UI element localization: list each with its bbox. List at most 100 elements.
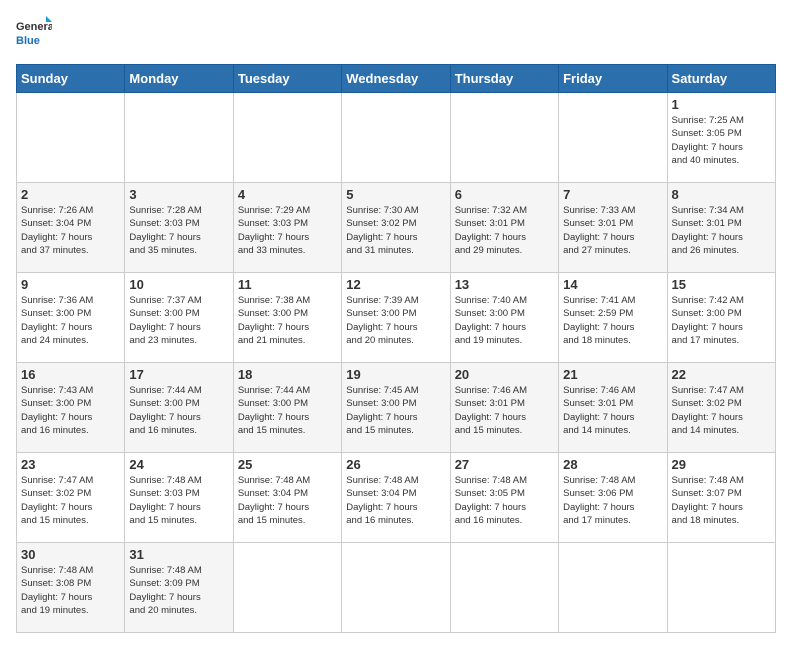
day-cell xyxy=(342,93,450,183)
day-info: Sunrise: 7:48 AM Sunset: 3:07 PM Dayligh… xyxy=(672,474,771,527)
day-cell: 6 Sunrise: 7:32 AM Sunset: 3:01 PM Daylig… xyxy=(450,183,558,273)
day-number: 30 xyxy=(21,547,120,562)
day-info: Sunrise: 7:45 AM Sunset: 3:00 PM Dayligh… xyxy=(346,384,445,437)
day-number: 5 xyxy=(346,187,445,202)
day-number: 6 xyxy=(455,187,554,202)
day-info: Sunrise: 7:48 AM Sunset: 3:09 PM Dayligh… xyxy=(129,564,228,617)
logo: General Blue xyxy=(16,16,52,52)
day-info: Sunrise: 7:26 AM Sunset: 3:04 PM Dayligh… xyxy=(21,204,120,257)
day-cell: 9 Sunrise: 7:36 AM Sunset: 3:00 PM Daylig… xyxy=(17,273,125,363)
day-number: 8 xyxy=(672,187,771,202)
day-cell: 30 Sunrise: 7:48 AM Sunset: 3:08 PM Dayli… xyxy=(17,543,125,633)
day-cell: 19 Sunrise: 7:45 AM Sunset: 3:00 PM Dayli… xyxy=(342,363,450,453)
day-number: 19 xyxy=(346,367,445,382)
day-cell: 24 Sunrise: 7:48 AM Sunset: 3:03 PM Dayli… xyxy=(125,453,233,543)
day-cell: 26Sunrise: 7:48 AM Sunset: 3:04 PM Dayli… xyxy=(342,453,450,543)
day-info: Sunrise: 7:48 AM Sunset: 3:04 PM Dayligh… xyxy=(238,474,337,527)
day-cell xyxy=(233,543,341,633)
day-cell: 29Sunrise: 7:48 AM Sunset: 3:07 PM Dayli… xyxy=(667,453,775,543)
svg-text:Blue: Blue xyxy=(16,35,40,47)
day-info: Sunrise: 7:36 AM Sunset: 3:00 PM Dayligh… xyxy=(21,294,120,347)
day-cell: 1Sunrise: 7:25 AM Sunset: 3:05 PM Daylig… xyxy=(667,93,775,183)
day-cell: 5 Sunrise: 7:30 AM Sunset: 3:02 PM Daylig… xyxy=(342,183,450,273)
day-cell: 17Sunrise: 7:44 AM Sunset: 3:00 PM Dayli… xyxy=(125,363,233,453)
day-cell: 31 Sunrise: 7:48 AM Sunset: 3:09 PM Dayli… xyxy=(125,543,233,633)
day-number: 27 xyxy=(455,457,554,472)
day-cell xyxy=(17,93,125,183)
day-cell: 7 Sunrise: 7:33 AM Sunset: 3:01 PM Daylig… xyxy=(559,183,667,273)
day-cell xyxy=(450,543,558,633)
day-cell: 21Sunrise: 7:46 AM Sunset: 3:01 PM Dayli… xyxy=(559,363,667,453)
day-number: 21 xyxy=(563,367,662,382)
page-header: General Blue xyxy=(16,16,776,52)
day-number: 10 xyxy=(129,277,228,292)
day-cell xyxy=(667,543,775,633)
day-number: 22 xyxy=(672,367,771,382)
day-cell xyxy=(233,93,341,183)
day-number: 13 xyxy=(455,277,554,292)
day-cell: 22 Sunrise: 7:47 AM Sunset: 3:02 PM Dayli… xyxy=(667,363,775,453)
day-cell xyxy=(125,93,233,183)
day-header-tuesday: Tuesday xyxy=(233,65,341,93)
day-info: Sunrise: 7:48 AM Sunset: 3:05 PM Dayligh… xyxy=(455,474,554,527)
week-row-6: 30 Sunrise: 7:48 AM Sunset: 3:08 PM Dayli… xyxy=(17,543,776,633)
day-info: Sunrise: 7:47 AM Sunset: 3:02 PM Dayligh… xyxy=(672,384,771,437)
day-cell: 3 Sunrise: 7:28 AM Sunset: 3:03 PM Daylig… xyxy=(125,183,233,273)
week-row-3: 9 Sunrise: 7:36 AM Sunset: 3:00 PM Daylig… xyxy=(17,273,776,363)
day-info: Sunrise: 7:41 AM Sunset: 2:59 PM Dayligh… xyxy=(563,294,662,347)
day-header-friday: Friday xyxy=(559,65,667,93)
day-number: 15 xyxy=(672,277,771,292)
day-number: 16 xyxy=(21,367,120,382)
day-cell xyxy=(559,93,667,183)
day-number: 24 xyxy=(129,457,228,472)
day-cell xyxy=(342,543,450,633)
day-cell: 4Sunrise: 7:29 AM Sunset: 3:03 PM Daylig… xyxy=(233,183,341,273)
day-info: Sunrise: 7:48 AM Sunset: 3:06 PM Dayligh… xyxy=(563,474,662,527)
day-number: 3 xyxy=(129,187,228,202)
header-row: SundayMondayTuesdayWednesdayThursdayFrid… xyxy=(17,65,776,93)
day-cell: 11 Sunrise: 7:38 AM Sunset: 3:00 PM Dayli… xyxy=(233,273,341,363)
calendar-table: SundayMondayTuesdayWednesdayThursdayFrid… xyxy=(16,64,776,633)
day-number: 23 xyxy=(21,457,120,472)
day-number: 31 xyxy=(129,547,228,562)
day-info: Sunrise: 7:32 AM Sunset: 3:01 PM Dayligh… xyxy=(455,204,554,257)
day-cell: 2Sunrise: 7:26 AM Sunset: 3:04 PM Daylig… xyxy=(17,183,125,273)
week-row-4: 16 Sunrise: 7:43 AM Sunset: 3:00 PM Dayli… xyxy=(17,363,776,453)
day-cell: 16 Sunrise: 7:43 AM Sunset: 3:00 PM Dayli… xyxy=(17,363,125,453)
day-info: Sunrise: 7:33 AM Sunset: 3:01 PM Dayligh… xyxy=(563,204,662,257)
day-info: Sunrise: 7:46 AM Sunset: 3:01 PM Dayligh… xyxy=(455,384,554,437)
svg-text:General: General xyxy=(16,21,52,33)
day-header-monday: Monday xyxy=(125,65,233,93)
day-info: Sunrise: 7:40 AM Sunset: 3:00 PM Dayligh… xyxy=(455,294,554,347)
day-cell: 27 Sunrise: 7:48 AM Sunset: 3:05 PM Dayli… xyxy=(450,453,558,543)
day-info: Sunrise: 7:44 AM Sunset: 3:00 PM Dayligh… xyxy=(238,384,337,437)
day-cell: 12 Sunrise: 7:39 AM Sunset: 3:00 PM Dayli… xyxy=(342,273,450,363)
day-number: 17 xyxy=(129,367,228,382)
day-cell: 20 Sunrise: 7:46 AM Sunset: 3:01 PM Dayli… xyxy=(450,363,558,453)
day-number: 14 xyxy=(563,277,662,292)
day-cell xyxy=(559,543,667,633)
day-info: Sunrise: 7:28 AM Sunset: 3:03 PM Dayligh… xyxy=(129,204,228,257)
day-number: 20 xyxy=(455,367,554,382)
day-number: 9 xyxy=(21,277,120,292)
day-number: 11 xyxy=(238,277,337,292)
day-cell: 25 Sunrise: 7:48 AM Sunset: 3:04 PM Dayli… xyxy=(233,453,341,543)
week-row-2: 2Sunrise: 7:26 AM Sunset: 3:04 PM Daylig… xyxy=(17,183,776,273)
day-info: Sunrise: 7:30 AM Sunset: 3:02 PM Dayligh… xyxy=(346,204,445,257)
day-info: Sunrise: 7:48 AM Sunset: 3:04 PM Dayligh… xyxy=(346,474,445,527)
day-number: 28 xyxy=(563,457,662,472)
logo-icon: General Blue xyxy=(16,16,52,52)
day-number: 25 xyxy=(238,457,337,472)
day-header-sunday: Sunday xyxy=(17,65,125,93)
day-number: 12 xyxy=(346,277,445,292)
day-info: Sunrise: 7:29 AM Sunset: 3:03 PM Dayligh… xyxy=(238,204,337,257)
day-info: Sunrise: 7:39 AM Sunset: 3:00 PM Dayligh… xyxy=(346,294,445,347)
day-number: 1 xyxy=(672,97,771,112)
day-info: Sunrise: 7:48 AM Sunset: 3:08 PM Dayligh… xyxy=(21,564,120,617)
day-info: Sunrise: 7:43 AM Sunset: 3:00 PM Dayligh… xyxy=(21,384,120,437)
day-info: Sunrise: 7:38 AM Sunset: 3:00 PM Dayligh… xyxy=(238,294,337,347)
day-number: 7 xyxy=(563,187,662,202)
day-info: Sunrise: 7:48 AM Sunset: 3:03 PM Dayligh… xyxy=(129,474,228,527)
day-info: Sunrise: 7:47 AM Sunset: 3:02 PM Dayligh… xyxy=(21,474,120,527)
day-info: Sunrise: 7:42 AM Sunset: 3:00 PM Dayligh… xyxy=(672,294,771,347)
